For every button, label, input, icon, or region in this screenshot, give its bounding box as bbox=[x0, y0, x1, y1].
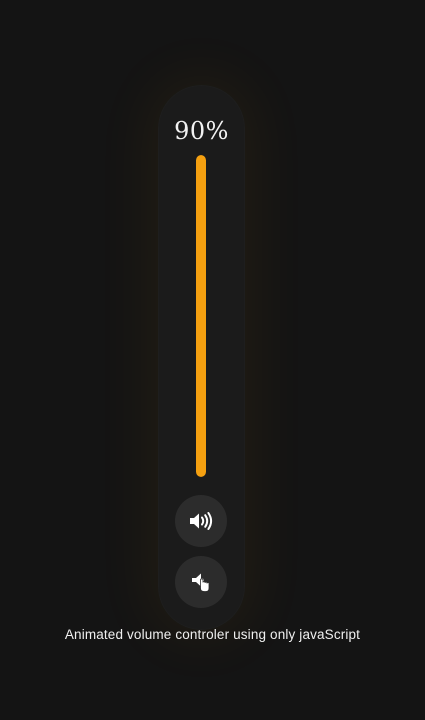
speaker-wave-icon bbox=[188, 511, 214, 531]
volume-slider-fill[interactable] bbox=[196, 155, 206, 477]
volume-button[interactable] bbox=[175, 495, 227, 547]
mute-button[interactable] bbox=[175, 556, 227, 608]
volume-slider-track[interactable] bbox=[196, 155, 206, 477]
volume-percent-label: 90% bbox=[174, 117, 229, 145]
stage: 90% Animated volume controler using only… bbox=[0, 0, 425, 720]
speaker-mute-icon bbox=[189, 570, 213, 594]
caption-text: Animated volume controler using only jav… bbox=[64, 627, 361, 642]
volume-control-panel: 90% bbox=[158, 85, 245, 630]
